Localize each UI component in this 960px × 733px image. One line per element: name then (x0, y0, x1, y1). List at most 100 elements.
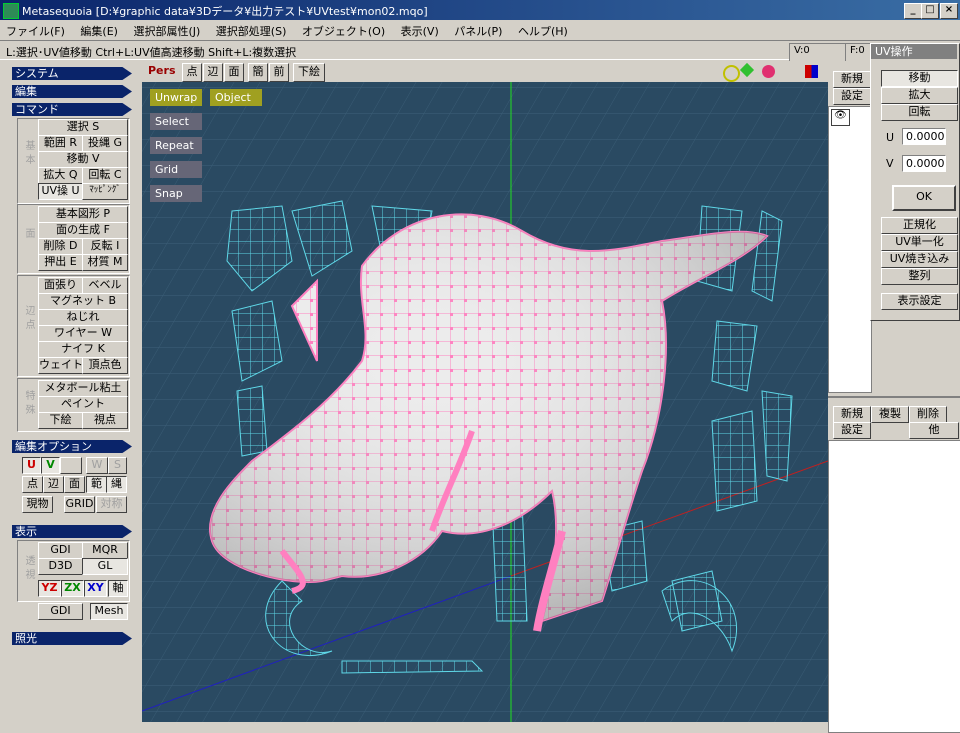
viewpoint-button[interactable]: 視点 (82, 412, 128, 429)
flip-button[interactable]: 反転 I (82, 238, 128, 255)
metaball-button[interactable]: メタボール粘土 (38, 380, 128, 397)
opt-point-toggle[interactable]: 点 (22, 476, 43, 493)
align-button[interactable]: 整列 (881, 268, 958, 285)
material-list[interactable] (828, 440, 960, 733)
display-header[interactable]: 表示 (12, 525, 132, 538)
edit-header[interactable]: 編集 (12, 85, 132, 98)
vertex-color-button[interactable]: 頂点色 (82, 357, 128, 374)
display-settings-button[interactable]: 表示設定 (881, 293, 958, 310)
render-d3d-button[interactable]: D3D (38, 558, 83, 575)
opt-symmetry-toggle[interactable]: 対称 (96, 496, 127, 513)
v-input[interactable]: 0.0000 (902, 155, 946, 172)
uv-scale-button[interactable]: 拡大 (881, 87, 958, 104)
opt-edge-toggle[interactable]: 辺 (43, 476, 64, 493)
uv-move-button[interactable]: 移動 (881, 70, 958, 87)
lock-v-toggle[interactable]: V (41, 457, 60, 474)
3d-viewport[interactable] (142, 61, 828, 722)
material-other-button[interactable]: 他 (909, 422, 959, 439)
material-delete-button[interactable]: 削除 (909, 406, 947, 423)
opt-face-toggle[interactable]: 面 (64, 476, 85, 493)
object-settings-button[interactable]: 設定 (833, 88, 871, 105)
object-button[interactable]: Object (210, 89, 262, 106)
viewport-canvas[interactable] (142, 61, 828, 722)
uv-bake-button[interactable]: UV焼き込み (881, 251, 958, 268)
extrude-button[interactable]: 押出 E (38, 254, 83, 271)
menu-object[interactable]: オブジェクト(O) (296, 20, 391, 39)
uv-unify-button[interactable]: UV単一化 (881, 234, 958, 251)
lock-s-toggle[interactable]: S (108, 457, 127, 474)
lock-blank-toggle[interactable] (60, 457, 82, 474)
u-input[interactable]: 0.0000 (902, 128, 946, 145)
unwrap-button[interactable]: Unwrap (150, 89, 202, 106)
snap-button[interactable]: Snap (150, 185, 202, 202)
light-header[interactable]: 照光 (12, 632, 132, 645)
paint-button[interactable]: ペイント (38, 396, 128, 413)
primitive-button[interactable]: 基本図形 P (38, 206, 128, 223)
ok-button[interactable]: OK (892, 185, 956, 211)
opt-range-toggle[interactable]: 範 (86, 476, 107, 493)
minimize-button[interactable]: _ (904, 3, 922, 19)
select-mode-button[interactable]: Select (150, 113, 202, 130)
view-xy-toggle[interactable]: XY (84, 580, 107, 597)
view-simple-button[interactable]: 簡 (248, 63, 268, 82)
uv-operate-button[interactable]: UV操 U (38, 183, 83, 200)
material-button[interactable]: 材質 M (82, 254, 128, 271)
menu-panel[interactable]: パネル(P) (448, 20, 508, 39)
view-edge-button[interactable]: 辺 (203, 63, 223, 82)
projection-label[interactable]: Pers (148, 64, 176, 77)
weight-button[interactable]: ウェイト (38, 357, 83, 374)
maximize-button[interactable]: □ (921, 3, 939, 19)
display-gdi-button[interactable]: GDI (38, 603, 83, 620)
view-underimage-button[interactable]: 下絵 (293, 63, 325, 82)
scale-button[interactable]: 拡大 Q (38, 167, 83, 184)
object-list[interactable]: 👁 (828, 106, 872, 393)
knife-button[interactable]: ナイフ K (38, 341, 128, 358)
view-point-button[interactable]: 点 (182, 63, 202, 82)
render-gl-button[interactable]: GL (82, 558, 128, 575)
menu-view[interactable]: 表示(V) (395, 20, 445, 39)
rotate-view-icon[interactable] (762, 65, 775, 78)
grid-button[interactable]: Grid (150, 161, 202, 178)
mapping-button[interactable]: ﾏｯﾋﾟﾝｸﾞ (82, 183, 128, 200)
face-stretch-button[interactable]: 面張り (38, 277, 83, 294)
move-button[interactable]: 移動 V (38, 151, 128, 168)
pan-icon[interactable] (739, 62, 755, 78)
command-header[interactable]: コマンド (12, 103, 132, 116)
material-copy-button[interactable]: 複製 (871, 406, 909, 423)
eye-icon[interactable]: 👁 (831, 109, 850, 126)
view-face-button[interactable]: 面 (224, 63, 244, 82)
lock-u-toggle[interactable]: U (22, 457, 41, 474)
menu-help[interactable]: ヘルプ(H) (512, 20, 574, 39)
menu-edit[interactable]: 編集(E) (74, 20, 124, 39)
menu-selection-attr[interactable]: 選択部属性(J) (127, 20, 206, 39)
menu-selection-process[interactable]: 選択部処理(S) (210, 20, 293, 39)
zoom-icon[interactable] (723, 65, 740, 82)
menu-file[interactable]: ファイル(F) (0, 20, 71, 39)
axis-toggle[interactable]: 軸 (108, 580, 128, 597)
magnet-button[interactable]: マグネット B (38, 293, 128, 310)
material-settings-button[interactable]: 設定 (833, 422, 871, 439)
repeat-button[interactable]: Repeat (150, 137, 202, 154)
opt-grid-toggle[interactable]: GRID (64, 496, 95, 513)
view-front-button[interactable]: 前 (269, 63, 289, 82)
view-yz-toggle[interactable]: YZ (38, 580, 61, 597)
render-mqr-button[interactable]: MQR (82, 542, 128, 559)
bevel-button[interactable]: ベベル (82, 277, 128, 294)
system-header[interactable]: システム (12, 67, 132, 80)
opt-current-toggle[interactable]: 現物 (22, 496, 53, 513)
opt-rope-toggle[interactable]: 縄 (106, 476, 127, 493)
delete-button[interactable]: 削除 D (38, 238, 83, 255)
select-button[interactable]: 選択 S (38, 119, 128, 136)
close-button[interactable]: × (940, 3, 958, 19)
render-gdi-button[interactable]: GDI (38, 542, 83, 559)
wire-button[interactable]: ワイヤー W (38, 325, 128, 342)
layout-icon[interactable] (805, 65, 818, 78)
normalize-button[interactable]: 正規化 (881, 217, 958, 234)
edit-option-header[interactable]: 編集オプション (12, 440, 132, 453)
face-generate-button[interactable]: 面の生成 F (38, 222, 128, 239)
under-image-button[interactable]: 下絵 (38, 412, 83, 429)
lasso-button[interactable]: 投縄 G (82, 135, 128, 152)
uv-rotate-button[interactable]: 回転 (881, 104, 958, 121)
range-button[interactable]: 範囲 R (38, 135, 83, 152)
object-new-button[interactable]: 新規 (833, 71, 871, 88)
